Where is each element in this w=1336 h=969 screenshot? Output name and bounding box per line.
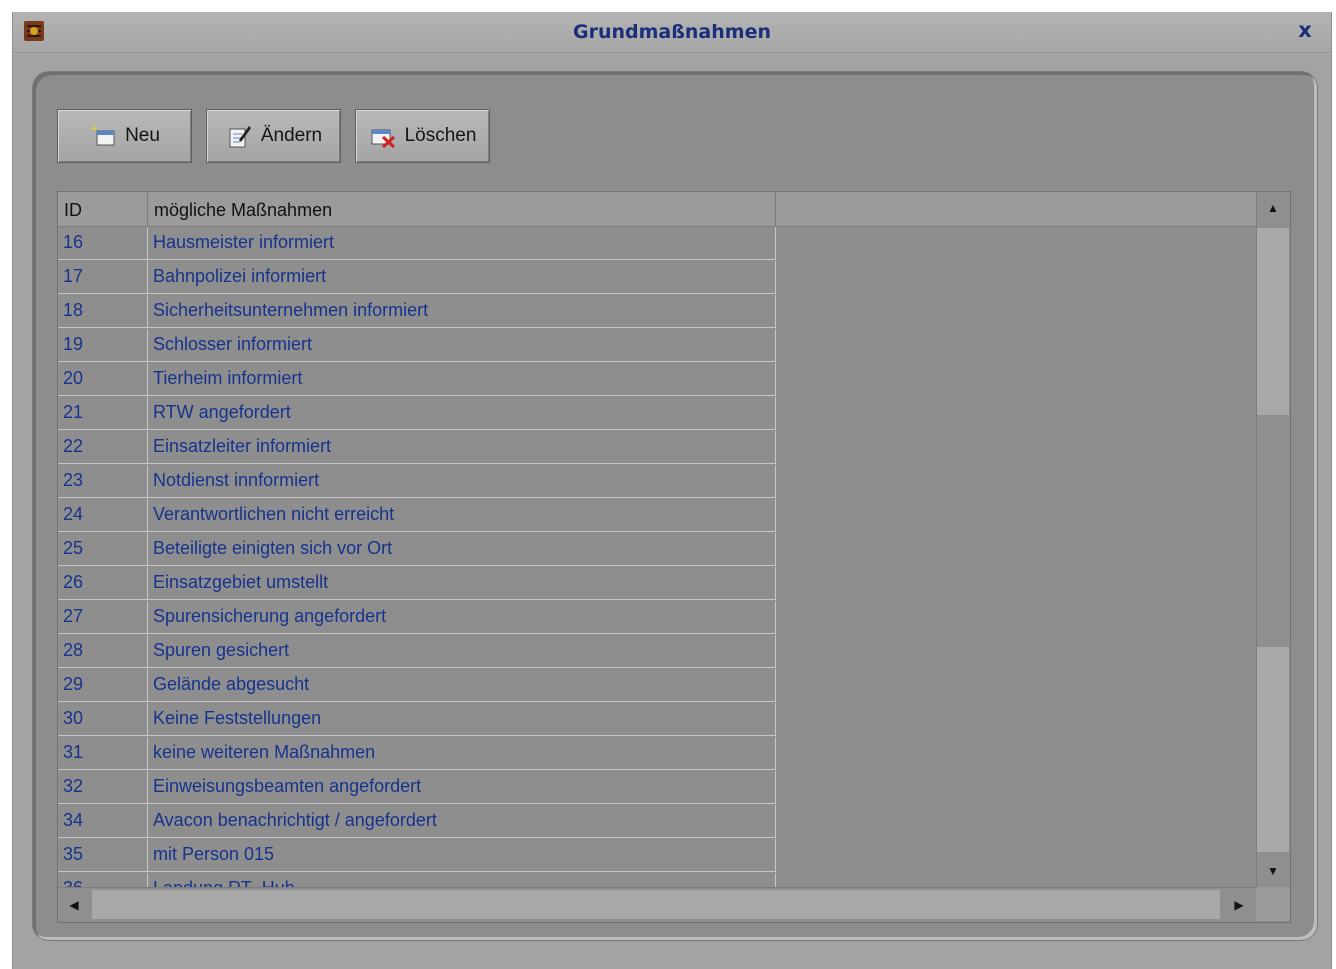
scroll-right-button[interactable]: ▶ xyxy=(1223,889,1255,921)
cell-measure: Hausmeister informiert xyxy=(148,227,776,260)
table-row[interactable]: 19 Schlosser informiert xyxy=(58,329,776,362)
cell-measure: Tierheim informiert xyxy=(148,363,776,396)
arrow-up-icon: ▲ xyxy=(1267,201,1279,215)
table-row[interactable]: 18 Sicherheitsunternehmen informiert xyxy=(58,295,776,328)
table-row[interactable]: 26 Einsatzgebiet umstellt xyxy=(58,567,776,600)
arrow-right-icon: ▶ xyxy=(1234,898,1244,912)
table-row[interactable]: 27 Spurensicherung angefordert xyxy=(58,601,776,634)
horizontal-scrollbar[interactable]: ◀ ▶ xyxy=(58,887,1256,922)
table-row[interactable]: 34 Avacon benachrichtigt / angefordert xyxy=(58,805,776,838)
table-row[interactable]: 24 Verantwortlichen nicht erreicht xyxy=(58,499,776,532)
cell-measure: Spurensicherung angefordert xyxy=(148,601,776,634)
cell-id: 23 xyxy=(58,465,148,498)
cell-id: 25 xyxy=(58,533,148,566)
cell-id: 19 xyxy=(58,329,148,362)
table-row[interactable]: 30 Keine Feststellungen xyxy=(58,703,776,736)
cell-measure: keine weiteren Maßnahmen xyxy=(148,737,776,770)
table-row[interactable]: 17 Bahnpolizei informiert xyxy=(58,261,776,294)
cell-id: 30 xyxy=(58,703,148,736)
cell-id: 26 xyxy=(58,567,148,600)
cell-measure: Einsatzgebiet umstellt xyxy=(148,567,776,600)
close-icon: x xyxy=(1298,18,1312,42)
cell-id: 21 xyxy=(58,397,148,430)
table-row[interactable]: 31 keine weiteren Maßnahmen xyxy=(58,737,776,770)
new-button-label: Neu xyxy=(125,125,160,146)
vertical-scroll-thumb[interactable] xyxy=(1257,228,1289,415)
cell-id: 34 xyxy=(58,805,148,838)
table-row[interactable]: 16 Hausmeister informiert xyxy=(58,227,776,260)
cell-measure: Gelände abgesucht xyxy=(148,669,776,702)
new-button[interactable]: Neu xyxy=(57,109,192,163)
cell-id: 29 xyxy=(58,669,148,702)
title-bar: Grundmaßnahmen x xyxy=(13,12,1331,53)
window: Grundmaßnahmen x Neu Ändern Löschen ID m… xyxy=(12,12,1332,969)
cell-measure: Sicherheitsunternehmen informiert xyxy=(148,295,776,328)
table-header: ID mögliche Maßnahmen xyxy=(58,192,1256,227)
new-item-icon xyxy=(91,125,115,146)
cell-id: 22 xyxy=(58,431,148,464)
window-title: Grundmaßnahmen xyxy=(573,21,771,43)
scroll-left-button[interactable]: ◀ xyxy=(58,889,90,921)
table-row[interactable]: 35 mit Person 015 xyxy=(58,839,776,872)
close-button[interactable]: x xyxy=(1293,18,1317,42)
edit-button-label: Ändern xyxy=(260,125,323,146)
cell-id: 32 xyxy=(58,771,148,804)
cell-measure: RTW angefordert xyxy=(148,397,776,430)
scroll-down-button[interactable]: ▼ xyxy=(1257,855,1289,887)
cell-measure: Schlosser informiert xyxy=(148,329,776,362)
horizontal-scroll-track[interactable] xyxy=(92,890,1220,919)
cell-measure: Spuren gesichert xyxy=(148,635,776,668)
measures-table: ID mögliche Maßnahmen 16 Hausmeister info… xyxy=(57,191,1291,923)
cell-id: 28 xyxy=(58,635,148,668)
edit-button[interactable]: Ändern xyxy=(206,109,341,163)
cell-measure: mit Person 015 xyxy=(148,839,776,872)
arrow-left-icon: ◀ xyxy=(69,898,79,912)
arrow-down-icon: ▼ xyxy=(1267,864,1279,878)
vertical-scrollbar[interactable]: ▲ ▼ xyxy=(1256,192,1290,887)
delete-button[interactable]: Löschen xyxy=(355,109,490,163)
column-header-id[interactable]: ID xyxy=(58,192,148,226)
cell-measure: Einsatzleiter informiert xyxy=(148,431,776,464)
cell-measure: Keine Feststellungen xyxy=(148,703,776,736)
cell-measure: Avacon benachrichtigt / angefordert xyxy=(148,805,776,838)
vertical-scroll-track[interactable] xyxy=(1257,647,1289,852)
table-row[interactable]: 22 Einsatzleiter informiert xyxy=(58,431,776,464)
delete-button-label: Löschen xyxy=(404,125,477,146)
cell-id: 31 xyxy=(58,737,148,770)
scroll-up-button[interactable]: ▲ xyxy=(1257,192,1289,224)
cell-id: 35 xyxy=(58,839,148,872)
cell-measure: Beteiligte einigten sich vor Ort xyxy=(148,533,776,566)
cell-id: 17 xyxy=(58,261,148,294)
cell-measure: Einweisungsbeamten angefordert xyxy=(148,771,776,804)
table-row[interactable]: 23 Notdienst innformiert xyxy=(58,465,776,498)
edit-document-icon xyxy=(229,126,251,148)
table-row[interactable]: 20 Tierheim informiert xyxy=(58,363,776,396)
cell-measure: Bahnpolizei informiert xyxy=(148,261,776,294)
cell-id: 16 xyxy=(58,227,148,260)
table-row[interactable]: 29 Gelände abgesucht xyxy=(58,669,776,702)
table-row[interactable]: 25 Beteiligte einigten sich vor Ort xyxy=(58,533,776,566)
cell-id: 24 xyxy=(58,499,148,532)
cell-id: 20 xyxy=(58,363,148,396)
table-row[interactable]: 32 Einweisungsbeamten angefordert xyxy=(58,771,776,804)
cell-id: 27 xyxy=(58,601,148,634)
delete-item-icon xyxy=(371,129,395,149)
scrollbar-corner xyxy=(1256,887,1290,921)
cell-measure: Verantwortlichen nicht erreicht xyxy=(148,499,776,532)
table-row[interactable]: 21 RTW angefordert xyxy=(58,397,776,430)
table-row[interactable]: 28 Spuren gesichert xyxy=(58,635,776,668)
cell-measure: Notdienst innformiert xyxy=(148,465,776,498)
column-header-measures[interactable]: mögliche Maßnahmen xyxy=(148,192,776,226)
cell-id: 18 xyxy=(58,295,148,328)
